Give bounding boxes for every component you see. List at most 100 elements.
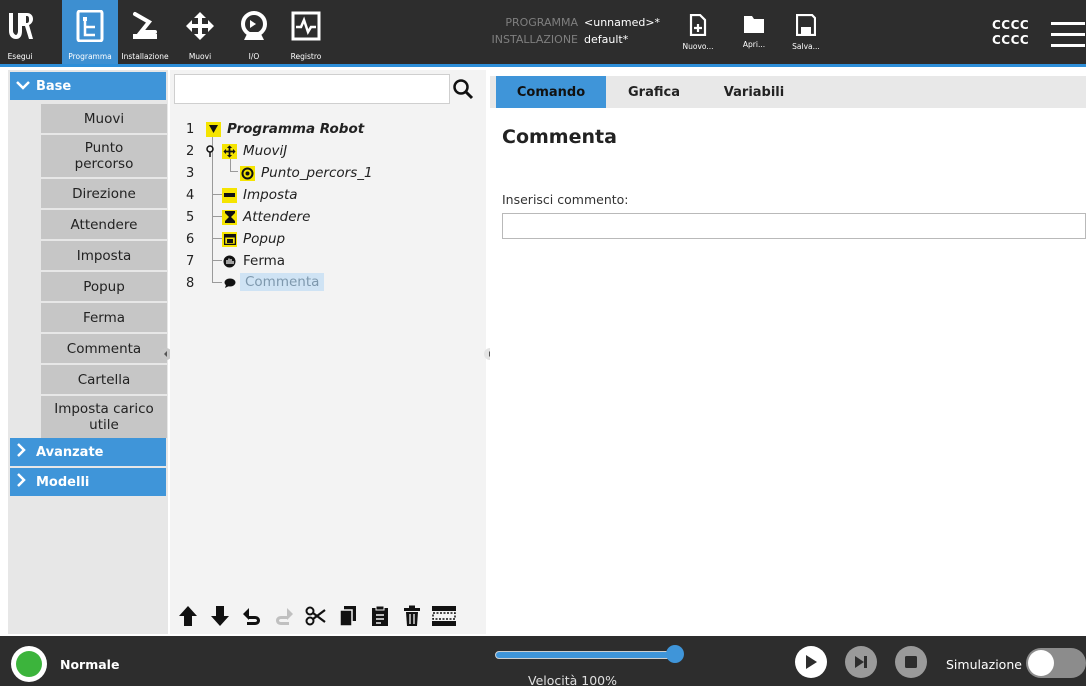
library-item-direzione[interactable]: Direzione (41, 179, 167, 208)
tree-row-commenta[interactable]: 8 Commenta (170, 272, 486, 294)
category-base-header[interactable]: Base (10, 72, 166, 100)
category-avanzate-header[interactable]: Avanzate (10, 438, 166, 466)
tree-node-label: MuoviJ (243, 143, 288, 159)
chevron-right-icon (16, 443, 30, 461)
nav-io-button[interactable]: I/O (234, 0, 274, 64)
step-icon (855, 656, 867, 668)
cut-icon[interactable] (302, 602, 330, 630)
library-item-commenta[interactable]: Commenta (41, 334, 167, 363)
program-name: <unnamed>* (584, 16, 661, 29)
redo-icon[interactable] (270, 602, 298, 630)
program-info: PROGRAMMA <unnamed>* INSTALLAZIONE default… (470, 14, 661, 48)
tab-variabili[interactable]: Variabili (702, 76, 806, 108)
tree-row-popup[interactable]: 6 Popup (170, 228, 486, 250)
tree-line-number: 8 (186, 275, 195, 291)
nav-muovi-button[interactable]: Muovi (180, 0, 220, 64)
tree-line-number: 5 (186, 209, 195, 225)
library-item-imposta-carico-utile[interactable]: Imposta carico utile (41, 396, 167, 438)
library-item-popup[interactable]: Popup (41, 272, 167, 301)
program-key: PROGRAMMA (505, 16, 578, 29)
command-panel: Comando Grafica Variabili Commenta Inser… (490, 70, 1086, 634)
library-item-muovi[interactable]: Muovi (41, 104, 167, 133)
tree-row-programma-robot[interactable]: 1 Programma Robot (170, 118, 486, 140)
tab-grafica[interactable]: Grafica (606, 76, 702, 108)
tree-node-label: Popup (243, 231, 286, 247)
move-down-icon[interactable] (206, 602, 234, 630)
tree-line-number: 4 (186, 187, 195, 203)
open-program-button[interactable]: Apri... (734, 14, 774, 64)
paste-icon[interactable] (366, 602, 394, 630)
suppress-icon[interactable] (430, 602, 458, 630)
stop-button[interactable] (895, 646, 927, 678)
tree-search-input[interactable] (174, 74, 450, 104)
tree-row-imposta[interactable]: 4 Imposta (170, 184, 486, 206)
comment-input[interactable] (502, 213, 1086, 239)
speed-slider-track[interactable] (495, 651, 675, 659)
copy-icon[interactable] (334, 602, 362, 630)
library-item-ferma[interactable]: Ferma (41, 303, 167, 332)
waypoint-icon (240, 165, 255, 181)
tab-comando[interactable]: Comando (496, 76, 606, 108)
play-button[interactable] (795, 646, 827, 678)
tree-line-number: 3 (186, 165, 195, 181)
tree-node-label: Punto_percors_1 (261, 165, 373, 181)
library-item-attendere[interactable]: Attendere (41, 210, 167, 239)
search-icon[interactable] (452, 78, 476, 102)
program-tree-icon (72, 8, 108, 44)
library-item-label: Commenta (66, 340, 142, 357)
tree-row-ferma[interactable]: 7 Ferma (170, 250, 486, 272)
library-item-label: Direzione (72, 185, 136, 202)
category-avanzate-label: Avanzate (36, 444, 104, 460)
tree-line-number: 6 (186, 231, 195, 247)
collapse-triangle-icon[interactable] (206, 121, 221, 137)
user-line-1: CCCC (992, 18, 1030, 32)
nav-label: Registro (290, 52, 322, 61)
library-item-label: Cartella (77, 371, 131, 388)
popup-icon (222, 231, 237, 247)
tree-line-number: 7 (186, 253, 195, 269)
delete-icon[interactable] (398, 602, 426, 630)
tree-row-punto-percors-1[interactable]: 3 Punto_percors_1 (170, 162, 486, 184)
tab-bar: Comando Grafica Variabili (490, 76, 1086, 108)
tree-node-label: Commenta (240, 273, 325, 291)
user-indicator[interactable]: CCCC CCCC (992, 18, 1029, 48)
library-item-label: Imposta (76, 247, 132, 264)
step-button[interactable] (845, 646, 877, 678)
library-item-imposta[interactable]: Imposta (41, 241, 167, 270)
user-line-2: CCCC (992, 33, 1030, 47)
folder-icon (744, 16, 764, 33)
stop-icon (905, 656, 917, 668)
stop-hand-icon (222, 254, 237, 269)
category-modelli-label: Modelli (36, 474, 90, 490)
new-program-button[interactable]: Nuovo... (678, 14, 718, 64)
new-file-icon (689, 14, 707, 36)
simulation-toggle[interactable] (1026, 648, 1086, 678)
installation-key: INSTALLAZIONE (491, 33, 579, 46)
log-icon (288, 8, 324, 44)
program-library-panel: Base Muovi Punto percorso Direzione Atte… (8, 70, 168, 634)
undo-icon[interactable] (238, 602, 266, 630)
nav-label: Muovi (188, 52, 212, 61)
menu-icon[interactable] (1051, 22, 1085, 48)
nav-esegui-button[interactable]: Esegui (0, 0, 40, 64)
move-up-icon[interactable] (174, 602, 202, 630)
nav-programma-button[interactable]: Programma (62, 0, 118, 64)
library-item-punto-percorso[interactable]: Punto percorso (41, 135, 167, 177)
play-icon (806, 655, 817, 669)
nav-label: Installazione (121, 52, 169, 61)
expand-pin-icon[interactable] (204, 144, 216, 159)
speed-slider-handle[interactable] (666, 645, 684, 663)
nav-registro-button[interactable]: Registro (286, 0, 326, 64)
save-program-button[interactable]: Salva... (786, 14, 826, 64)
nav-installazione-button[interactable]: Installazione (118, 0, 172, 64)
library-item-label: Muovi (83, 110, 125, 127)
tab-label: Comando (516, 84, 586, 100)
io-icon (236, 8, 272, 44)
library-item-cartella[interactable]: Cartella (41, 365, 167, 394)
bottom-bar: Normale Velocità 100% Simulazione (0, 636, 1086, 688)
category-modelli-header[interactable]: Modelli (10, 468, 166, 496)
tree-row-muovij[interactable]: 2 MuoviJ (170, 140, 486, 162)
robot-status-led-icon[interactable] (11, 646, 47, 682)
comment-input-label: Inserisci commento: (502, 192, 629, 207)
tree-row-attendere[interactable]: 5 Attendere (170, 206, 486, 228)
